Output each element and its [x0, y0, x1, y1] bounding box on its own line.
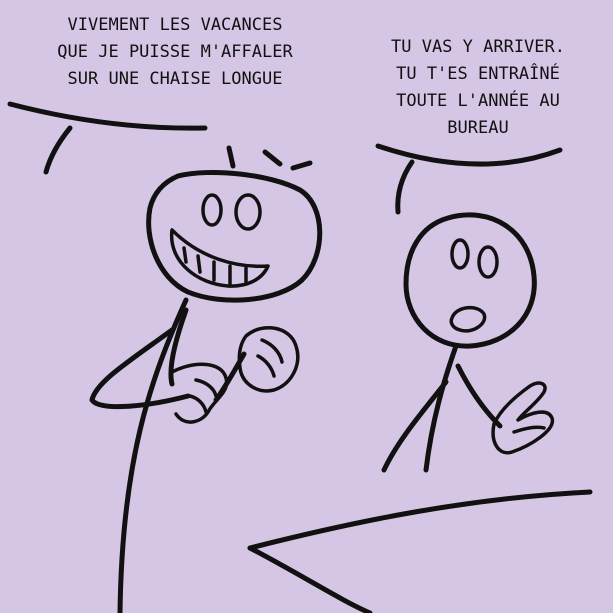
- right-eye: [234, 193, 262, 231]
- left-stick-figure: [89, 145, 323, 613]
- comic-drawing: [7, 101, 593, 613]
- comic-panel: VIVEMENT LES VACANCES QUE JE PUISSE M'AF…: [0, 0, 613, 613]
- speaking-mouth: [449, 305, 487, 333]
- excitement-mark: [226, 145, 236, 169]
- left-speech-bubble-tail: [7, 101, 208, 175]
- right-speech-bubble-tail: [375, 143, 563, 215]
- desk-top-edge: [247, 489, 593, 551]
- left-eye: [450, 238, 470, 270]
- right-body-line: [423, 343, 459, 473]
- excitement-mark: [262, 149, 283, 167]
- right-stick-figure: [381, 212, 554, 473]
- pointing-hand: [491, 381, 554, 455]
- excitement-mark: [290, 160, 313, 171]
- left-head: [146, 170, 323, 303]
- right-head: [403, 212, 537, 349]
- desk: [247, 489, 593, 613]
- right-figure-right-arm: [455, 363, 503, 429]
- left-eye: [201, 193, 223, 227]
- desk-front-edge: [247, 545, 373, 613]
- right-figure-left-arm: [381, 379, 449, 473]
- right-arm: [213, 351, 247, 403]
- right-eye: [477, 245, 499, 279]
- right-fist: [237, 326, 300, 393]
